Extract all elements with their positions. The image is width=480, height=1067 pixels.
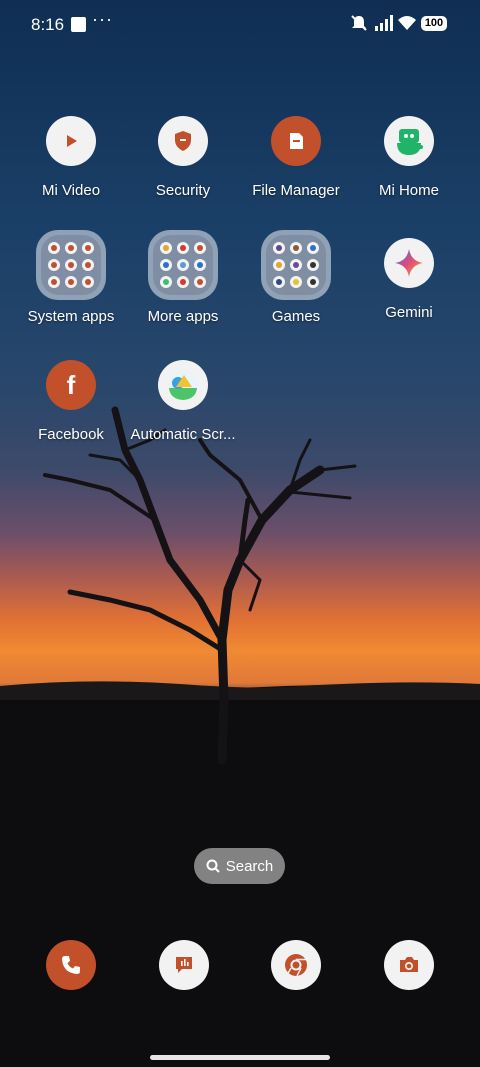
app-mi-video[interactable]: Mi Video (15, 116, 127, 199)
notification-square-icon (71, 17, 86, 32)
folder-games[interactable]: Games (240, 230, 352, 325)
folder-label: System apps (27, 308, 115, 325)
status-bar: 8:16 ··· 100 (0, 0, 480, 48)
home-indicator[interactable] (150, 1055, 330, 1060)
app-label: Gemini (385, 304, 433, 321)
search-icon (206, 859, 220, 873)
folder-file-icon (271, 116, 321, 166)
app-label: Mi Home (378, 182, 439, 199)
app-label: Mi Video (41, 182, 101, 199)
muted-bell-icon (351, 15, 367, 31)
signal-icon (375, 15, 393, 31)
search-button[interactable]: Search (194, 848, 285, 884)
app-label: Facebook (38, 426, 104, 443)
folder-label: More apps (147, 308, 219, 325)
app-label: Automatic Scr... (130, 426, 236, 443)
status-time: 8:16 (31, 15, 65, 34)
folder-system-apps[interactable]: System apps (15, 230, 127, 325)
app-gemini[interactable]: Gemini (353, 238, 465, 321)
folder-icon (148, 230, 218, 300)
facebook-icon: f (46, 360, 96, 410)
battery-icon: 100 (421, 16, 447, 31)
phone-icon (62, 956, 80, 974)
dock-messages[interactable] (159, 940, 209, 990)
mi-home-icon (384, 116, 434, 166)
automatic-screen-icon (158, 360, 208, 410)
app-label: Security (155, 182, 211, 199)
camera-icon (400, 957, 418, 972)
messages-icon (176, 957, 192, 973)
gemini-star-icon (384, 238, 434, 288)
play-icon (46, 116, 96, 166)
folder-icon (36, 230, 106, 300)
shield-icon (158, 116, 208, 166)
app-file-manager[interactable]: File Manager (240, 116, 352, 199)
app-automatic-screen[interactable]: Automatic Scr... (127, 360, 239, 443)
dock-chrome[interactable] (271, 940, 321, 990)
chrome-icon (285, 954, 307, 977)
app-facebook[interactable]: f Facebook (15, 360, 127, 443)
search-label: Search (225, 857, 274, 875)
app-mi-home[interactable]: Mi Home (353, 116, 465, 199)
more-notifications-icon: ··· (92, 9, 113, 29)
app-security[interactable]: Security (127, 116, 239, 199)
folder-icon (261, 230, 331, 300)
folder-label: Games (271, 308, 321, 325)
folder-more-apps[interactable]: More apps (127, 230, 239, 325)
wifi-icon (398, 16, 416, 30)
dock-phone[interactable] (46, 940, 96, 990)
dock-camera[interactable] (384, 940, 434, 990)
app-label: File Manager (252, 182, 340, 199)
